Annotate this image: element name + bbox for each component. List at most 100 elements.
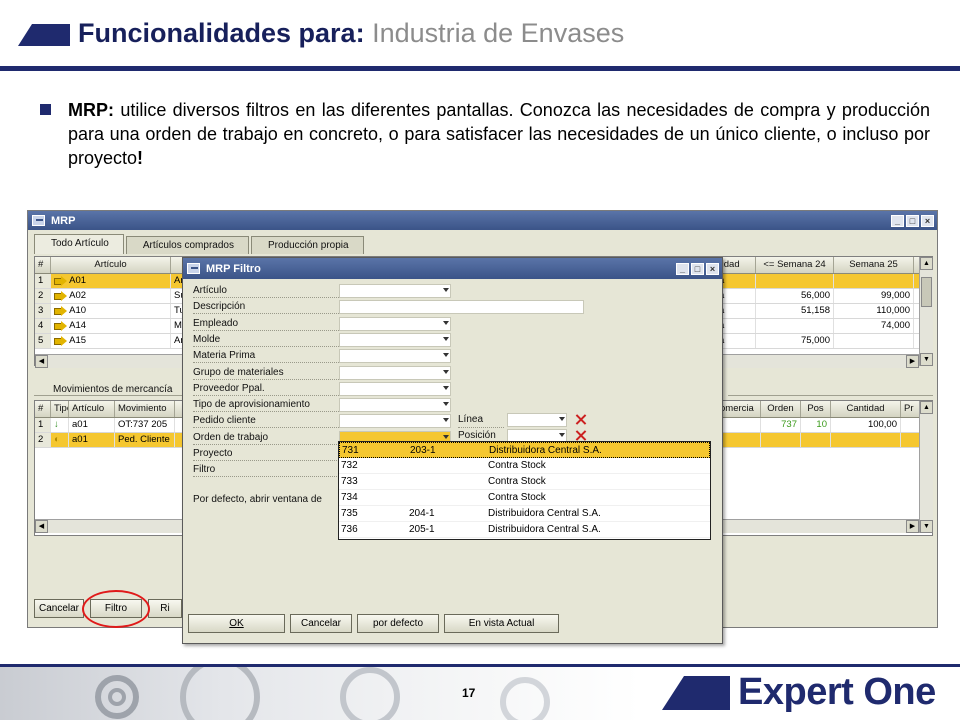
option-code: 731 <box>342 445 359 456</box>
col-header-tipo[interactable]: Tipo <box>51 401 69 417</box>
cancelar-button[interactable]: Cancelar <box>34 599 84 618</box>
row-number: 4 <box>35 319 51 333</box>
cell-semana-24: 75,000 <box>756 334 834 348</box>
field-grupo-de-materiales: Grupo de materiales <box>191 365 591 381</box>
dialog-form-icon <box>187 263 200 274</box>
dialog-close-icon[interactable]: × <box>706 262 719 275</box>
col-header-pos[interactable]: Pos <box>801 401 831 417</box>
linea-select[interactable] <box>507 413 567 427</box>
mov-scroll-right-icon[interactable]: ▶ <box>906 520 919 533</box>
cell-semana-25: 74,000 <box>834 319 914 333</box>
pedido-cliente-select[interactable] <box>339 414 451 429</box>
expert-one-logo-icon <box>662 676 730 710</box>
articulo-select[interactable] <box>339 284 451 298</box>
dropdown-option[interactable]: 736 205-1 Distribuidora Central S.A. <box>339 522 710 538</box>
descripcion-input[interactable] <box>339 300 584 315</box>
order-icon: ◐ <box>54 434 60 445</box>
dialog-maximize-icon[interactable]: □ <box>691 262 704 275</box>
scroll-up-icon[interactable]: ▲ <box>920 257 933 270</box>
col-header-cantidad-mov[interactable]: Cantidad <box>831 401 901 417</box>
scroll-thumb[interactable] <box>921 277 932 307</box>
dialog-cancelar-button[interactable]: Cancelar <box>290 614 352 633</box>
close-icon[interactable]: × <box>921 214 934 227</box>
scroll-left-icon[interactable]: ◀ <box>35 355 48 368</box>
cell-semana-25 <box>834 334 914 348</box>
receipt-arrow-icon: ↓ <box>54 419 59 430</box>
col-header-semana-24[interactable]: <= Semana 24 <box>756 257 834 273</box>
grupo-de-materiales-select[interactable] <box>339 365 451 380</box>
cell-cantidad <box>831 433 901 447</box>
cell-movimiento: Ped. Cliente <box>115 433 175 447</box>
cell-semana-25: 110,000 <box>834 304 914 318</box>
minimize-icon[interactable]: _ <box>891 214 904 227</box>
clear-linea-icon[interactable] <box>575 414 586 425</box>
dropdown-option[interactable]: 731 203-1 Distribuidora Central S.A. <box>339 442 710 458</box>
col-header-movimiento[interactable]: Movimiento <box>115 401 175 417</box>
tipo-de-aprovisionamiento-select[interactable] <box>339 398 451 413</box>
en-vista-actual-button[interactable]: En vista Actual <box>444 614 559 633</box>
link-arrow-icon[interactable] <box>54 320 67 331</box>
scroll-right-icon[interactable]: ▶ <box>906 355 919 368</box>
mov-scroll-down-icon[interactable]: ▼ <box>920 520 933 533</box>
field-materia-prima-label: Materia Prima <box>193 349 343 364</box>
col-header-articulo[interactable]: Artículo <box>51 257 171 273</box>
molde-select[interactable] <box>339 332 451 347</box>
dialog-titlebar[interactable]: MRP Filtro _ □ × <box>183 258 722 279</box>
link-arrow-icon[interactable] <box>54 290 67 301</box>
cell-movimiento: OT:737 205 <box>115 418 175 432</box>
dialog-title: MRP Filtro <box>206 262 261 275</box>
row-number: 3 <box>35 304 51 318</box>
dropdown-option[interactable]: 732 Contra Stock <box>339 458 710 474</box>
machine-part-shape <box>108 688 126 706</box>
cell-semana-24 <box>756 274 834 288</box>
mov-scroll-up-icon[interactable]: ▲ <box>920 401 933 414</box>
dropdown-option[interactable]: 735 204-1 Distribuidora Central S.A. <box>339 506 710 522</box>
materia-prima-select[interactable] <box>339 349 451 364</box>
items-vertical-scrollbar[interactable]: ▲ ▼ <box>919 257 933 366</box>
option-ref: 204-1 <box>409 508 435 519</box>
ri-button[interactable]: Ri <box>148 599 182 618</box>
slide-title-bold: Funcionalidades para: <box>78 18 365 48</box>
field-empleado-label: Empleado <box>193 317 343 331</box>
cell-semana-24 <box>756 319 834 333</box>
empleado-select[interactable] <box>339 316 451 331</box>
por-defecto-button[interactable]: por defecto <box>357 614 439 633</box>
maximize-icon[interactable]: □ <box>906 214 919 227</box>
option-customer: Contra Stock <box>488 460 546 471</box>
tab-todo-articulo[interactable]: Todo Artículo <box>34 234 124 254</box>
col-header-comercial[interactable]: omercia <box>717 401 761 417</box>
field-linea-label: Línea <box>458 413 504 428</box>
movements-vertical-scrollbar[interactable]: ▲ ▼ <box>919 401 933 533</box>
orden-trabajo-dropdown-list: 731 203-1 Distribuidora Central S.A. 732 Con… <box>338 441 711 540</box>
mov-scroll-left-icon[interactable]: ◀ <box>35 520 48 533</box>
chevron-down-icon <box>559 433 565 437</box>
ok-button[interactable]: OK <box>188 614 285 633</box>
scroll-down-icon[interactable]: ▼ <box>920 353 933 366</box>
proveedor-ppal-select[interactable] <box>339 381 451 396</box>
option-ref <box>407 490 486 505</box>
tab-articulos-comprados[interactable]: Artículos comprados <box>125 236 249 254</box>
bullet-body: utilice diversos filtros en las diferent… <box>68 100 930 168</box>
clear-posicion-icon[interactable] <box>575 430 586 441</box>
dropdown-option[interactable]: 734 Contra Stock <box>339 490 710 506</box>
dropdown-option[interactable]: 733 Contra Stock <box>339 474 710 490</box>
dialog-minimize-icon[interactable]: _ <box>676 262 689 275</box>
field-proyecto-label: Proyecto <box>193 447 343 461</box>
mrp-window-titlebar[interactable]: MRP _ □ × <box>28 211 937 230</box>
col-header-orden[interactable]: Orden <box>761 401 801 417</box>
cell-articulo: A10 <box>51 304 171 318</box>
field-molde: Molde <box>191 332 591 348</box>
link-arrow-icon[interactable] <box>54 305 67 316</box>
default-window-label: Por defecto, abrir ventana de <box>193 494 322 505</box>
col-header-semana-25[interactable]: Semana 25 <box>834 257 914 273</box>
chevron-down-icon <box>559 417 565 421</box>
field-empleado: Empleado <box>191 316 591 332</box>
col-header-mov-number: # <box>35 401 51 417</box>
link-arrow-icon[interactable] <box>54 275 67 286</box>
tab-produccion-propia[interactable]: Producción propia <box>250 236 364 254</box>
machine-part-shape <box>180 667 260 720</box>
col-header-mov-articulo[interactable]: Artículo <box>69 401 115 417</box>
field-molde-label: Molde <box>193 333 343 347</box>
link-arrow-icon[interactable] <box>54 335 67 346</box>
option-code: 732 <box>341 460 358 471</box>
